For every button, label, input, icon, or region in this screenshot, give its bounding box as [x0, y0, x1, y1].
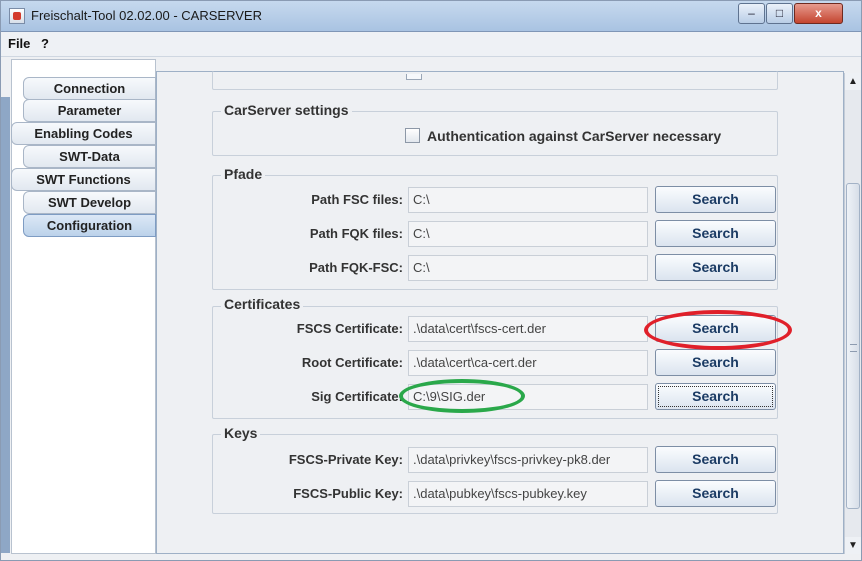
app-window: Freischalt-Tool 02.02.00 - CARSERVER ‒ □… — [0, 0, 862, 561]
maximize-button[interactable]: □ — [766, 3, 793, 24]
label-sig-certificate: Sig Certificate: — [311, 389, 403, 404]
input-fscs-certificate[interactable]: .\data\cert\fscs-cert.der — [408, 316, 648, 342]
group-previous — [212, 71, 778, 90]
group-title-certificates: Certificates — [221, 296, 304, 312]
scroll-down-arrow-icon[interactable]: ▼ — [845, 537, 861, 554]
auth-checkbox[interactable] — [405, 128, 420, 143]
search-button-sig-certificate[interactable]: Search — [655, 383, 776, 410]
auth-checkbox-label: Authentication against CarServer necessa… — [427, 128, 722, 144]
tab-enabling-codes[interactable]: Enabling Codes — [11, 122, 156, 145]
label-fscs-public-key: FSCS-Public Key: — [293, 486, 403, 501]
menu-file[interactable]: File — [8, 36, 30, 51]
red-highlight-ellipse — [644, 310, 792, 350]
search-button-root-certificate[interactable]: Search — [655, 349, 776, 376]
label-root-certificate: Root Certificate: — [301, 355, 403, 370]
title-bar[interactable]: Freischalt-Tool 02.02.00 - CARSERVER ‒ □… — [1, 1, 861, 32]
input-path-fsc[interactable]: C:\ — [408, 187, 648, 213]
scroll-thumb[interactable] — [846, 183, 860, 509]
input-path-fqk[interactable]: C:\ — [408, 221, 648, 247]
tab-configuration[interactable]: Configuration — [23, 214, 156, 237]
checkbox-partial[interactable] — [406, 74, 422, 80]
group-title-pfade: Pfade — [221, 166, 266, 182]
menu-help[interactable]: ? — [41, 36, 49, 51]
menu-bar: File ? — [1, 32, 861, 57]
vertical-scrollbar[interactable]: ▲ ▼ — [844, 73, 861, 554]
tab-connection[interactable]: Connection — [23, 77, 156, 100]
window-title: Freischalt-Tool 02.02.00 - CARSERVER — [31, 8, 262, 23]
sidebar-edge — [1, 97, 10, 553]
input-fscs-private-key[interactable]: .\data\privkey\fscs-privkey-pk8.der — [408, 447, 648, 473]
search-button-path-fsc[interactable]: Search — [655, 186, 776, 213]
group-title-carserver: CarServer settings — [221, 102, 352, 118]
label-fscs-certificate: FSCS Certificate: — [296, 321, 403, 336]
label-path-fqk: Path FQK files: — [309, 226, 403, 241]
label-fscs-private-key: FSCS-Private Key: — [288, 452, 403, 467]
search-button-fscs-public-key[interactable]: Search — [655, 480, 776, 507]
group-title-keys: Keys — [221, 425, 261, 441]
minimize-button[interactable]: ‒ — [738, 3, 765, 24]
search-button-fscs-private-key[interactable]: Search — [655, 446, 776, 473]
app-icon — [9, 8, 25, 24]
tab-swt-develop[interactable]: SWT Develop — [23, 191, 156, 214]
search-button-path-fqk[interactable]: Search — [655, 220, 776, 247]
tab-swt-data[interactable]: SWT-Data — [23, 145, 156, 168]
label-path-fsc: Path FSC files: — [311, 192, 403, 207]
input-path-fqk-fsc[interactable]: C:\ — [408, 255, 648, 281]
input-fscs-public-key[interactable]: .\data\pubkey\fscs-pubkey.key — [408, 481, 648, 507]
tab-swt-functions[interactable]: SWT Functions — [11, 168, 156, 191]
scroll-grip-icon — [850, 344, 857, 352]
close-button[interactable]: x — [794, 3, 843, 24]
green-highlight-ellipse — [399, 379, 525, 413]
label-path-fqk-fsc: Path FQK-FSC: — [309, 260, 403, 275]
tab-parameter[interactable]: Parameter — [23, 99, 156, 122]
scroll-up-arrow-icon[interactable]: ▲ — [845, 73, 861, 90]
input-root-certificate[interactable]: .\data\cert\ca-cert.der — [408, 350, 648, 376]
search-button-path-fqk-fsc[interactable]: Search — [655, 254, 776, 281]
